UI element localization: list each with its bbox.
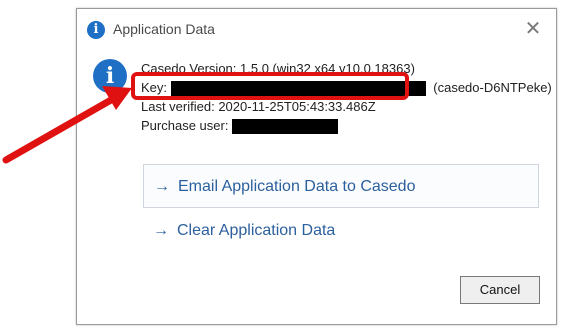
annotation-arrow (2, 86, 132, 164)
